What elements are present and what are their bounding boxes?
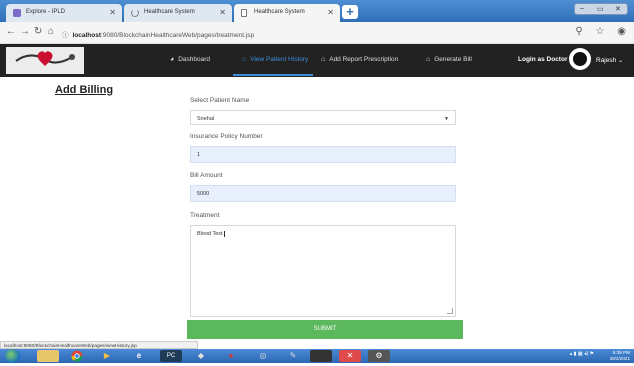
system-clock[interactable]: 8:39 PM 25/2/2021: [610, 350, 630, 362]
dashboard-icon: ◕: [170, 56, 175, 63]
nav-dashboard[interactable]: ◕ Dashboard: [170, 56, 210, 63]
close-window-icon[interactable]: ✕: [615, 5, 621, 13]
nav-generate-bill[interactable]: ⌂ Generate Bill: [426, 56, 472, 63]
user-name: Rajesh: [596, 57, 617, 64]
healthcare-logo[interactable]: [6, 47, 84, 74]
tab-healthcare-1[interactable]: Healthcare System ✕: [124, 4, 232, 22]
bill-amount-label: Bill Amount: [190, 172, 223, 179]
patient-name-label: Select Patient Name: [190, 97, 250, 104]
treatment-textarea[interactable]: Blood Test: [190, 225, 456, 317]
doctor-badge-icon: [569, 48, 591, 70]
active-nav-underline: [233, 74, 313, 76]
info-icon[interactable]: ⓘ: [62, 32, 69, 39]
nav-label: Add Report Prescription: [329, 56, 399, 63]
nav-label: View Patient History: [250, 56, 309, 63]
nav-label: Dashboard: [178, 56, 211, 63]
windows-taskbar: ▶ e PC ◆ ● ◎ ✎ ✕ ⚙ ▴ ▮ ▦ ◂) ⚑ 8:39 PM 25…: [0, 349, 634, 363]
volume-icon[interactable]: ◂): [584, 351, 588, 357]
clock-date: 25/2/2021: [609, 356, 630, 361]
tab-healthcare-2[interactable]: Healthcare System ✕: [234, 4, 340, 22]
user-menu[interactable]: Rajesh ⌄: [596, 56, 624, 64]
browser-tab-strip: Explore - IPLD ✕ Healthcare System ✕ Hea…: [0, 0, 634, 22]
browser-toolbar: ← → ↻ ⌂ ⓘ localhost:9080/BlockchainHealth…: [0, 22, 634, 44]
bill-amount-input[interactable]: 5000: [190, 185, 456, 202]
chrome-icon[interactable]: [66, 350, 88, 362]
page-icon: [241, 9, 247, 17]
insurance-policy-input[interactable]: 1: [190, 146, 456, 163]
home-icon: ⌂: [426, 56, 431, 63]
loading-spinner-icon: [131, 9, 139, 17]
zoom-icon[interactable]: ⚲: [575, 26, 582, 37]
nav-label: Generate Bill: [434, 56, 472, 63]
treatment-value: Blood Test: [197, 231, 223, 237]
address-host: localhost: [72, 32, 102, 39]
login-as-label: Login as Doctor: [518, 56, 568, 63]
nav-add-report-prescription[interactable]: ⌂ Add Report Prescription: [321, 56, 398, 63]
system-tray: ▴ ▮ ▦ ◂) ⚑: [570, 351, 594, 357]
nav-view-patient-history[interactable]: ⌂ View Patient History: [242, 56, 308, 63]
home-button-icon[interactable]: ⌂: [48, 26, 54, 37]
chevron-down-icon: ⌄: [618, 57, 624, 64]
tab-title: Healthcare System: [254, 9, 305, 15]
python-icon[interactable]: ◆: [190, 350, 212, 362]
terminal-icon[interactable]: [310, 350, 332, 362]
app-icon[interactable]: ●: [220, 350, 242, 362]
internet-explorer-icon[interactable]: e: [128, 350, 150, 362]
patient-name-value: Snehal: [197, 116, 215, 122]
settings-icon[interactable]: ⚙: [368, 350, 390, 362]
back-icon[interactable]: ←: [6, 26, 16, 37]
new-tab-button[interactable]: +: [342, 5, 358, 19]
close-icon[interactable]: ✕: [219, 8, 226, 17]
text-cursor: [223, 231, 225, 237]
tab-explore-ipld[interactable]: Explore - IPLD ✕: [6, 4, 122, 22]
app-icon[interactable]: ✕: [339, 350, 361, 362]
reload-icon[interactable]: ↻: [34, 26, 42, 37]
treatment-label: Treatment: [190, 212, 220, 219]
paint-icon[interactable]: ✎: [282, 350, 304, 362]
resize-handle-icon[interactable]: [447, 308, 453, 314]
network-app-icon[interactable]: ◎: [252, 350, 274, 362]
flag-icon[interactable]: ⚑: [590, 351, 594, 357]
status-bar-url: localhost:9080/BlockchainHealthcareWeb/p…: [0, 341, 198, 349]
stethoscope-heart-image: [6, 47, 84, 74]
address-bar[interactable]: ⓘ localhost:9080/BlockchainHealthcareWeb/…: [62, 26, 572, 40]
maximize-icon[interactable]: ▭: [597, 5, 604, 13]
close-icon[interactable]: ✕: [109, 8, 116, 17]
toolbar-icons: ⚲ ☆ ◉: [565, 26, 626, 37]
close-icon[interactable]: ✕: [327, 8, 334, 17]
tab-title: Healthcare System: [144, 9, 195, 15]
start-button-icon[interactable]: [5, 349, 20, 363]
pycharm-icon[interactable]: PC: [160, 350, 182, 362]
tab-favicon: [13, 9, 21, 17]
signal-icon[interactable]: ▮: [574, 351, 577, 357]
forward-icon[interactable]: →: [20, 26, 30, 37]
dropdown-caret-icon: ▼: [444, 116, 449, 122]
bill-amount-value: 5000: [197, 191, 210, 197]
home-icon: ⌂: [321, 56, 326, 63]
app-navbar: ◕ Dashboard ⌂ View Patient History ⌂ Add Re…: [0, 44, 634, 77]
tab-title: Explore - IPLD: [26, 9, 66, 15]
home-icon: ⌂: [242, 56, 247, 63]
page-title: Add Billing: [55, 84, 114, 96]
address-path: :9080/BlockchainHealthcareWeb/pages/trea…: [101, 32, 255, 39]
file-explorer-icon[interactable]: [37, 350, 59, 362]
tray-arrow-icon[interactable]: ▴: [570, 351, 573, 357]
minimize-icon[interactable]: –: [580, 5, 584, 12]
star-icon[interactable]: ☆: [596, 26, 605, 37]
media-player-icon[interactable]: ▶: [96, 350, 118, 362]
patient-name-select[interactable]: Snehal ▼: [190, 110, 456, 125]
account-icon[interactable]: ◉: [617, 26, 626, 37]
submit-button[interactable]: SUBMIT: [187, 320, 463, 339]
window-controls: – ▭ ✕: [574, 3, 628, 15]
network-icon[interactable]: ▦: [578, 351, 583, 357]
insurance-policy-value: 1: [197, 152, 201, 158]
insurance-policy-label: Insurance Policy Number: [190, 133, 263, 140]
